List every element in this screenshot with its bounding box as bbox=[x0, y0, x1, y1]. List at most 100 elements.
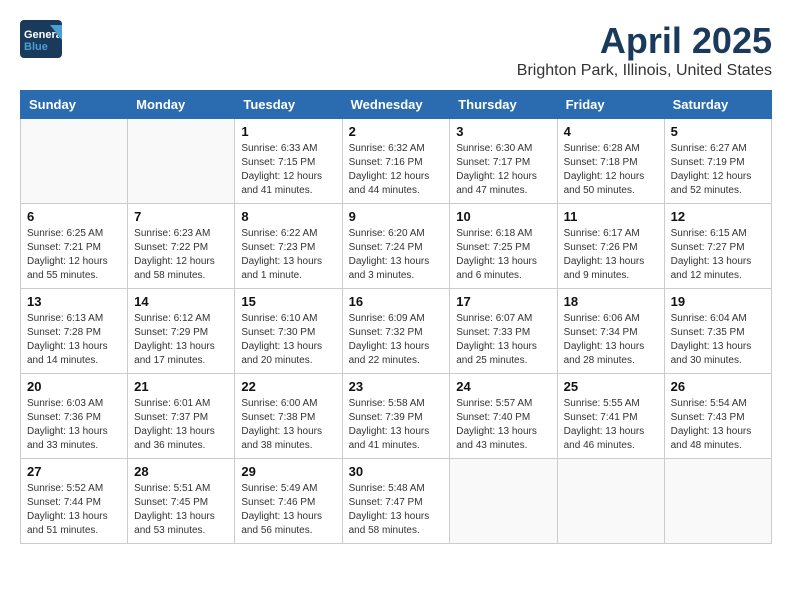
day-info: Sunrise: 6:03 AM Sunset: 7:36 PM Dayligh… bbox=[27, 397, 121, 453]
calendar-subtitle: Brighton Park, Illinois, United States bbox=[517, 62, 772, 80]
day-number: 24 bbox=[456, 379, 550, 394]
logo: General Blue bbox=[20, 20, 62, 58]
day-number: 26 bbox=[671, 379, 765, 394]
day-number: 17 bbox=[456, 294, 550, 309]
day-info: Sunrise: 6:06 AM Sunset: 7:34 PM Dayligh… bbox=[564, 312, 658, 368]
day-number: 5 bbox=[671, 124, 765, 139]
day-info: Sunrise: 6:00 AM Sunset: 7:38 PM Dayligh… bbox=[241, 397, 335, 453]
day-info: Sunrise: 5:55 AM Sunset: 7:41 PM Dayligh… bbox=[564, 397, 658, 453]
day-number: 6 bbox=[27, 209, 121, 224]
day-number: 23 bbox=[349, 379, 444, 394]
calendar-cell: 19 Sunrise: 6:04 AM Sunset: 7:35 PM Dayli… bbox=[664, 289, 771, 374]
day-number: 3 bbox=[456, 124, 550, 139]
day-info: Sunrise: 6:30 AM Sunset: 7:17 PM Dayligh… bbox=[456, 142, 550, 198]
calendar-cell bbox=[450, 459, 557, 544]
day-info: Sunrise: 6:22 AM Sunset: 7:23 PM Dayligh… bbox=[241, 227, 335, 283]
day-number: 22 bbox=[241, 379, 335, 394]
day-info: Sunrise: 5:52 AM Sunset: 7:44 PM Dayligh… bbox=[27, 482, 121, 538]
calendar-cell: 3 Sunrise: 6:30 AM Sunset: 7:17 PM Daylig… bbox=[450, 119, 557, 204]
day-info: Sunrise: 6:25 AM Sunset: 7:21 PM Dayligh… bbox=[27, 227, 121, 283]
calendar-week-row: 20 Sunrise: 6:03 AM Sunset: 7:36 PM Dayli… bbox=[21, 374, 772, 459]
day-number: 20 bbox=[27, 379, 121, 394]
day-number: 14 bbox=[134, 294, 228, 309]
day-info: Sunrise: 5:57 AM Sunset: 7:40 PM Dayligh… bbox=[456, 397, 550, 453]
col-wednesday: Wednesday bbox=[342, 91, 450, 119]
calendar-cell: 25 Sunrise: 5:55 AM Sunset: 7:41 PM Dayli… bbox=[557, 374, 664, 459]
calendar-cell: 15 Sunrise: 6:10 AM Sunset: 7:30 PM Dayli… bbox=[235, 289, 342, 374]
day-info: Sunrise: 5:54 AM Sunset: 7:43 PM Dayligh… bbox=[671, 397, 765, 453]
day-number: 11 bbox=[564, 209, 658, 224]
day-number: 29 bbox=[241, 464, 335, 479]
day-number: 9 bbox=[349, 209, 444, 224]
day-info: Sunrise: 6:18 AM Sunset: 7:25 PM Dayligh… bbox=[456, 227, 550, 283]
day-info: Sunrise: 6:01 AM Sunset: 7:37 PM Dayligh… bbox=[134, 397, 228, 453]
day-number: 19 bbox=[671, 294, 765, 309]
day-number: 27 bbox=[27, 464, 121, 479]
calendar-cell bbox=[664, 459, 771, 544]
calendar-cell: 12 Sunrise: 6:15 AM Sunset: 7:27 PM Dayli… bbox=[664, 204, 771, 289]
calendar-cell: 21 Sunrise: 6:01 AM Sunset: 7:37 PM Dayli… bbox=[128, 374, 235, 459]
day-info: Sunrise: 5:49 AM Sunset: 7:46 PM Dayligh… bbox=[241, 482, 335, 538]
day-info: Sunrise: 6:15 AM Sunset: 7:27 PM Dayligh… bbox=[671, 227, 765, 283]
day-number: 15 bbox=[241, 294, 335, 309]
calendar-cell: 22 Sunrise: 6:00 AM Sunset: 7:38 PM Dayli… bbox=[235, 374, 342, 459]
day-number: 13 bbox=[27, 294, 121, 309]
day-info: Sunrise: 6:23 AM Sunset: 7:22 PM Dayligh… bbox=[134, 227, 228, 283]
calendar-cell: 4Sunrise: 6:28 AM Sunset: 7:18 PM Daylig… bbox=[557, 119, 664, 204]
day-info: Sunrise: 6:17 AM Sunset: 7:26 PM Dayligh… bbox=[564, 227, 658, 283]
calendar-table: Sunday Monday Tuesday Wednesday Thursday… bbox=[20, 90, 772, 544]
calendar-cell: 6 Sunrise: 6:25 AM Sunset: 7:21 PM Daylig… bbox=[21, 204, 128, 289]
day-info: Sunrise: 6:33 AM Sunset: 7:15 PM Dayligh… bbox=[241, 142, 335, 198]
day-info: Sunrise: 6:12 AM Sunset: 7:29 PM Dayligh… bbox=[134, 312, 228, 368]
day-info: Sunrise: 5:48 AM Sunset: 7:47 PM Dayligh… bbox=[349, 482, 444, 538]
day-number: 28 bbox=[134, 464, 228, 479]
calendar-cell: 17 Sunrise: 6:07 AM Sunset: 7:33 PM Dayli… bbox=[450, 289, 557, 374]
day-number: 8 bbox=[241, 209, 335, 224]
calendar-cell: 26 Sunrise: 5:54 AM Sunset: 7:43 PM Dayli… bbox=[664, 374, 771, 459]
day-number: 12 bbox=[671, 209, 765, 224]
calendar-cell: 14 Sunrise: 6:12 AM Sunset: 7:29 PM Dayli… bbox=[128, 289, 235, 374]
calendar-cell bbox=[21, 119, 128, 204]
svg-text:Blue: Blue bbox=[24, 41, 48, 53]
day-number: 30 bbox=[349, 464, 444, 479]
title-block: April 2025 Brighton Park, Illinois, Unit… bbox=[517, 20, 772, 80]
page-header: General Blue April 2025 Brighton Park, I… bbox=[20, 20, 772, 80]
day-number: 25 bbox=[564, 379, 658, 394]
calendar-cell: 24 Sunrise: 5:57 AM Sunset: 7:40 PM Dayli… bbox=[450, 374, 557, 459]
calendar-header-row: Sunday Monday Tuesday Wednesday Thursday… bbox=[21, 91, 772, 119]
col-friday: Friday bbox=[557, 91, 664, 119]
col-tuesday: Tuesday bbox=[235, 91, 342, 119]
col-saturday: Saturday bbox=[664, 91, 771, 119]
calendar-week-row: 27 Sunrise: 5:52 AM Sunset: 7:44 PM Dayli… bbox=[21, 459, 772, 544]
calendar-cell: 2Sunrise: 6:32 AM Sunset: 7:16 PM Daylig… bbox=[342, 119, 450, 204]
day-info: Sunrise: 5:51 AM Sunset: 7:45 PM Dayligh… bbox=[134, 482, 228, 538]
col-monday: Monday bbox=[128, 91, 235, 119]
day-number: 7 bbox=[134, 209, 228, 224]
calendar-cell: 18Sunrise: 6:06 AM Sunset: 7:34 PM Dayli… bbox=[557, 289, 664, 374]
day-number: 10 bbox=[456, 209, 550, 224]
calendar-cell: 20 Sunrise: 6:03 AM Sunset: 7:36 PM Dayli… bbox=[21, 374, 128, 459]
calendar-cell bbox=[128, 119, 235, 204]
calendar-cell: 27 Sunrise: 5:52 AM Sunset: 7:44 PM Dayli… bbox=[21, 459, 128, 544]
calendar-cell: 10 Sunrise: 6:18 AM Sunset: 7:25 PM Dayli… bbox=[450, 204, 557, 289]
col-sunday: Sunday bbox=[21, 91, 128, 119]
calendar-cell bbox=[557, 459, 664, 544]
logo-icon: General Blue bbox=[20, 20, 62, 58]
day-info: Sunrise: 6:07 AM Sunset: 7:33 PM Dayligh… bbox=[456, 312, 550, 368]
calendar-cell: 13 Sunrise: 6:13 AM Sunset: 7:28 PM Dayli… bbox=[21, 289, 128, 374]
calendar-cell: 8 Sunrise: 6:22 AM Sunset: 7:23 PM Daylig… bbox=[235, 204, 342, 289]
day-info: Sunrise: 6:10 AM Sunset: 7:30 PM Dayligh… bbox=[241, 312, 335, 368]
calendar-cell: 1 Sunrise: 6:33 AM Sunset: 7:15 PM Daylig… bbox=[235, 119, 342, 204]
day-number: 16 bbox=[349, 294, 444, 309]
calendar-cell: 30 Sunrise: 5:48 AM Sunset: 7:47 PM Dayli… bbox=[342, 459, 450, 544]
day-info: Sunrise: 5:58 AM Sunset: 7:39 PM Dayligh… bbox=[349, 397, 444, 453]
calendar-week-row: 6 Sunrise: 6:25 AM Sunset: 7:21 PM Daylig… bbox=[21, 204, 772, 289]
day-number: 1 bbox=[241, 124, 335, 139]
day-info: Sunrise: 6:32 AM Sunset: 7:16 PM Dayligh… bbox=[349, 142, 444, 198]
calendar-cell: 29 Sunrise: 5:49 AM Sunset: 7:46 PM Dayli… bbox=[235, 459, 342, 544]
calendar-cell: 23 Sunrise: 5:58 AM Sunset: 7:39 PM Dayli… bbox=[342, 374, 450, 459]
day-number: 21 bbox=[134, 379, 228, 394]
day-info: Sunrise: 6:13 AM Sunset: 7:28 PM Dayligh… bbox=[27, 312, 121, 368]
day-info: Sunrise: 6:28 AM Sunset: 7:18 PM Dayligh… bbox=[564, 142, 658, 198]
day-info: Sunrise: 6:04 AM Sunset: 7:35 PM Dayligh… bbox=[671, 312, 765, 368]
